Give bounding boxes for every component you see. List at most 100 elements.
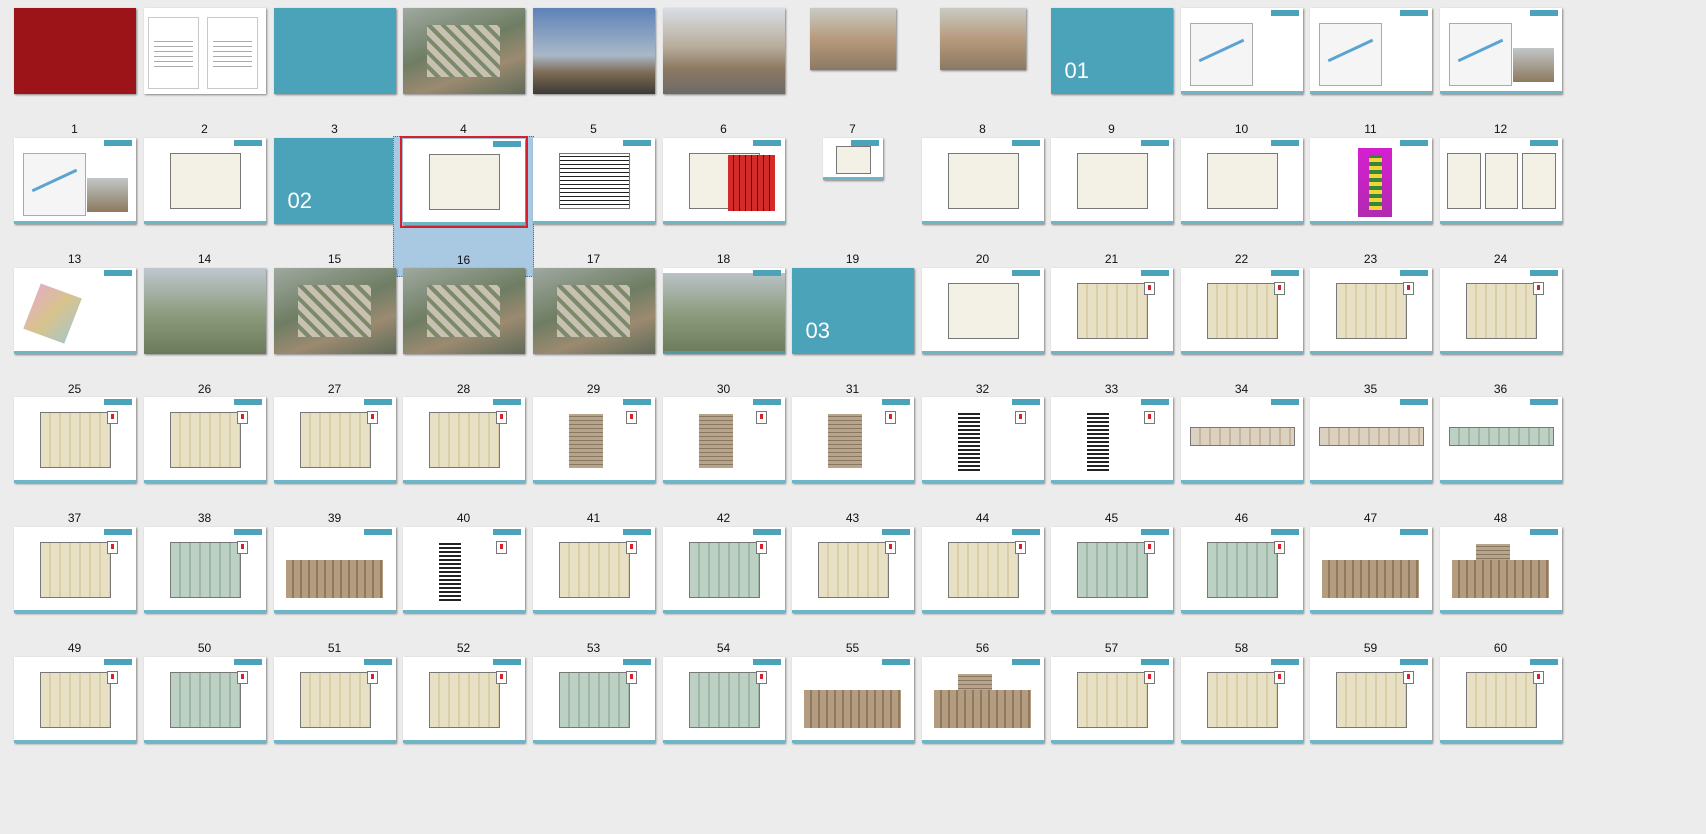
slide-thumbnail-cell[interactable]: 50 [134, 525, 275, 666]
slide-thumbnail[interactable] [1180, 397, 1303, 483]
slide-thumbnail[interactable] [1180, 268, 1303, 354]
slide-thumbnail-cell[interactable]: 36 [1430, 266, 1571, 407]
slide-thumbnail-cell[interactable]: 44 [912, 395, 1053, 536]
slide-thumbnail[interactable] [402, 527, 525, 613]
slide-thumbnail[interactable] [1050, 527, 1173, 613]
slide-thumbnail-cell[interactable]: 29 [523, 266, 664, 407]
slide-thumbnail-cell[interactable]: 45 [1041, 395, 1182, 536]
slide-thumbnail[interactable] [532, 268, 655, 354]
slide-thumbnail-cell[interactable]: 6 [653, 6, 794, 147]
slide-thumbnail[interactable] [1050, 138, 1173, 224]
slide-thumbnail-cell[interactable]: 56 [912, 525, 1053, 666]
slide-thumbnail[interactable] [1439, 527, 1562, 613]
slide-thumbnail-cell[interactable]: 32 [912, 266, 1053, 407]
slide-thumbnail-cell[interactable]: 58 [1171, 525, 1312, 666]
slide-thumbnail-cell[interactable]: 21 [1041, 136, 1182, 277]
slide-thumbnail[interactable] [1180, 8, 1303, 94]
slide-thumbnail-cell[interactable]: 47 [1300, 395, 1441, 536]
slide-thumbnail-cell[interactable]: 17 [523, 136, 664, 277]
slide-thumbnail-cell[interactable]: 52 [393, 525, 534, 666]
slide-thumbnail-cell[interactable]: 23 [1300, 136, 1441, 277]
slide-thumbnail-cell[interactable]: 10 [1171, 6, 1312, 147]
slide-thumbnail-cell[interactable]: 01 9 [1041, 6, 1182, 147]
slide-thumbnail-cell[interactable]: 33 [1041, 266, 1182, 407]
slide-thumbnail[interactable] [13, 268, 136, 354]
slide-thumbnail-cell[interactable] [912, 655, 1053, 796]
slide-thumbnail-cell[interactable]: 19 [782, 136, 923, 277]
slide-thumbnail-cell[interactable]: 4 [393, 6, 534, 147]
slide-thumbnail-cell[interactable]: 11 [1300, 6, 1441, 147]
slide-thumbnail[interactable] [791, 657, 914, 743]
slide-thumbnail[interactable] [921, 397, 1044, 483]
slide-thumbnail[interactable] [921, 268, 1044, 354]
slide-thumbnail-cell[interactable] [1300, 655, 1441, 796]
slide-thumbnail[interactable] [1180, 138, 1303, 224]
slide-thumbnail[interactable] [402, 657, 525, 743]
slide-thumbnail[interactable] [1439, 657, 1562, 743]
slide-thumbnail[interactable] [1439, 8, 1562, 94]
slide-thumbnail[interactable]: 01 [1050, 8, 1173, 94]
slide-thumbnail-cell[interactable]: 24 [1430, 136, 1571, 277]
slide-thumbnail-cell[interactable]: 53 [523, 525, 664, 666]
slide-thumbnail[interactable] [402, 8, 525, 94]
slide-thumbnail[interactable] [662, 657, 785, 743]
slide-thumbnail[interactable] [822, 138, 883, 180]
slide-thumbnail[interactable] [1309, 138, 1432, 224]
slide-thumbnail[interactable] [921, 527, 1044, 613]
slide-thumbnail[interactable] [13, 138, 136, 224]
slide-thumbnail[interactable] [662, 8, 785, 94]
slide-thumbnail[interactable] [809, 8, 896, 70]
slide-thumbnail[interactable] [143, 138, 266, 224]
slide-thumbnail[interactable] [921, 138, 1044, 224]
slide-thumbnail-cell[interactable]: 25 [4, 266, 145, 407]
slide-thumbnail[interactable] [1180, 657, 1303, 743]
slide-thumbnail-cell[interactable]: 18 [653, 136, 794, 277]
slide-thumbnail[interactable] [662, 527, 785, 613]
slide-thumbnail-cell[interactable]: 20 [912, 136, 1053, 277]
slide-thumbnail-cell[interactable]: 14 [134, 136, 275, 277]
slide-thumbnail[interactable] [402, 268, 525, 354]
slide-thumbnail-cell[interactable]: 39 [264, 395, 405, 536]
slide-thumbnail[interactable] [1050, 657, 1173, 743]
slide-thumbnail[interactable] [1309, 527, 1432, 613]
slide-thumbnail[interactable] [921, 657, 1044, 743]
slide-thumbnail[interactable] [143, 657, 266, 743]
slide-thumbnail-cell[interactable]: 48 [1430, 395, 1571, 536]
slide-thumbnail-cell[interactable]: 51 [264, 525, 405, 666]
slide-thumbnail-cell[interactable] [4, 655, 145, 796]
slide-thumbnail[interactable] [143, 527, 266, 613]
slide-thumbnail-cell[interactable] [264, 655, 405, 796]
slide-thumbnail-cell[interactable] [1171, 655, 1312, 796]
slide-thumbnail-cell[interactable]: 57 [1041, 525, 1182, 666]
slide-thumbnail-cell[interactable]: 8 [912, 6, 1053, 147]
slide-thumbnail[interactable] [1439, 138, 1562, 224]
slide-thumbnail-cell[interactable]: 28 [393, 266, 534, 407]
slide-thumbnail[interactable] [532, 8, 655, 94]
slide-thumbnail[interactable] [532, 138, 655, 224]
slide-thumbnail[interactable] [532, 657, 655, 743]
slide-thumbnail[interactable] [662, 138, 785, 224]
slide-thumbnail[interactable] [273, 397, 396, 483]
slide-thumbnail[interactable] [273, 657, 396, 743]
slide-thumbnail[interactable] [1309, 657, 1432, 743]
slide-thumbnail[interactable] [532, 397, 655, 483]
slide-thumbnail[interactable] [532, 527, 655, 613]
slide-thumbnail-cell[interactable]: 16 [393, 136, 534, 277]
slide-thumbnail[interactable]: 03 [791, 268, 914, 354]
slide-thumbnail[interactable] [13, 657, 136, 743]
slide-thumbnail-cell[interactable]: 5 [523, 6, 664, 147]
slide-thumbnail[interactable] [143, 8, 266, 94]
slide-thumbnail[interactable] [791, 527, 914, 613]
slide-thumbnail-cell[interactable]: 59 [1300, 525, 1441, 666]
slide-thumbnail-cell[interactable]: 60 [1430, 525, 1571, 666]
slide-thumbnail[interactable] [939, 8, 1026, 70]
slide-thumbnail[interactable] [662, 268, 785, 354]
slide-thumbnail-cell[interactable]: 7 [782, 6, 923, 147]
slide-thumbnail[interactable] [273, 527, 396, 613]
slide-thumbnail-cell[interactable] [653, 655, 794, 796]
slide-thumbnail-cell[interactable]: 35 [1300, 266, 1441, 407]
slide-thumbnail[interactable] [791, 397, 914, 483]
slide-thumbnail-cell[interactable]: 3 [264, 6, 405, 147]
slide-thumbnail-cell[interactable] [523, 655, 664, 796]
slide-thumbnail-cell[interactable] [1430, 655, 1571, 796]
